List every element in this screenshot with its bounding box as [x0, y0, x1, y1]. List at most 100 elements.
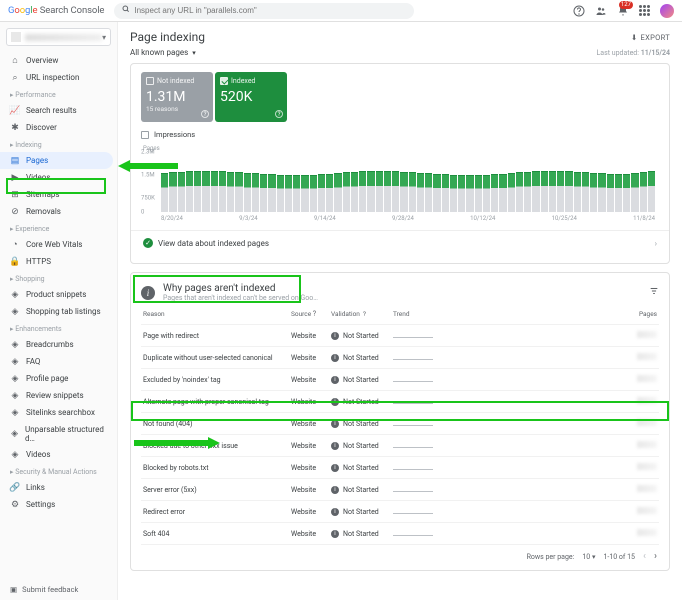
table-row[interactable]: Alternate page with proper canonical tag…: [141, 391, 659, 413]
sidebar-item-shopping-tab[interactable]: ◈Shopping tab listings: [0, 303, 117, 320]
sidebar-item-faq[interactable]: ◈FAQ: [0, 353, 117, 370]
table-row[interactable]: Soft 404 Website iNot Started: [141, 523, 659, 545]
video-icon: ◈: [10, 450, 20, 460]
sidebar-group-enhancements[interactable]: ▸ Enhancements: [0, 320, 117, 336]
notification-badge: 127: [619, 1, 633, 9]
sidebar-item-unparsable[interactable]: ◈Unparsable structured d…: [0, 421, 117, 446]
removals-icon: ⊘: [10, 207, 20, 217]
filter-icon[interactable]: [649, 286, 659, 299]
indexed-tile[interactable]: Indexed 520K ?: [215, 72, 287, 122]
table-row[interactable]: Server error (5xx) Website iNot Started: [141, 479, 659, 501]
table-footer: Rows per page: 10 ▾ 1-10 of 15 ‹ ›: [141, 545, 659, 564]
help-icon[interactable]: [572, 4, 586, 18]
table-row[interactable]: Redirect error Website iNot Started: [141, 501, 659, 523]
sidebar-item-links[interactable]: 🔗Links: [0, 479, 117, 496]
prev-page-button[interactable]: ‹: [643, 551, 646, 562]
table-row[interactable]: Not found (404) Website iNot Started: [141, 413, 659, 435]
apps-icon[interactable]: [638, 4, 652, 18]
reasons-title: Why pages aren't indexed: [163, 283, 318, 294]
search-input[interactable]: [134, 6, 406, 15]
property-selector[interactable]: ▾: [6, 28, 111, 46]
impressions-label: Impressions: [154, 130, 195, 139]
speed-icon: ◔: [10, 240, 20, 250]
not-indexed-tile[interactable]: Not indexed 1.31M 15 reasons ?: [141, 72, 213, 122]
submit-feedback[interactable]: ▣Submit feedback: [0, 579, 88, 600]
info-icon: i: [141, 286, 155, 300]
table-row[interactable]: Blocked by robots.txt Website iNot Start…: [141, 457, 659, 479]
sidebar-item-https[interactable]: 🔒HTTPS: [0, 253, 117, 270]
sidebar-item-videos-enh[interactable]: ◈Videos: [0, 446, 117, 463]
chevron-down-icon: ▾: [192, 49, 196, 57]
sidebar-item-sitemaps[interactable]: ⊞Sitemaps: [0, 186, 117, 203]
info-icon[interactable]: ?: [275, 110, 283, 118]
view-indexed-data-link[interactable]: ✓View data about indexed pages ›: [131, 230, 669, 255]
faq-icon: ◈: [10, 357, 20, 367]
sidebar-item-removals[interactable]: ⊘Removals: [0, 203, 117, 220]
sidebar-group-shopping[interactable]: ▸ Shopping: [0, 270, 117, 286]
search-icon: [122, 5, 130, 16]
download-icon: ⬇: [631, 33, 638, 42]
reasons-card: i Why pages aren't indexed Pages that ar…: [130, 272, 670, 571]
chart: 2.3M 1.5M 750K 0 8/20/24 9/3/24 9/14/24 …: [161, 152, 655, 222]
impressions-checkbox[interactable]: [141, 131, 149, 139]
rows-per-page[interactable]: 10 ▾: [582, 553, 595, 561]
discover-icon: ✱: [10, 123, 20, 133]
people-icon[interactable]: [594, 4, 608, 18]
inspect-icon: ⌕: [10, 73, 20, 83]
sidebar-item-discover[interactable]: ✱Discover: [0, 119, 117, 136]
link-icon: 🔗: [10, 483, 20, 493]
home-icon: ⌂: [10, 56, 20, 66]
sitemap-icon: ⊞: [10, 190, 20, 200]
sidebar-item-pages[interactable]: ▤Pages: [0, 152, 113, 169]
gear-icon: ⚙: [10, 500, 20, 510]
video-icon: ▶: [10, 173, 20, 183]
table-row[interactable]: Page with redirect Website iNot Started: [141, 325, 659, 347]
sidebar-item-search-results[interactable]: 📈Search results: [0, 102, 117, 119]
sidebar-item-settings[interactable]: ⚙Settings: [0, 496, 117, 513]
feedback-icon: ▣: [10, 585, 17, 594]
help-icon[interactable]: ?: [363, 310, 366, 318]
url-inspect-search[interactable]: [114, 3, 414, 19]
last-updated: Last updated: 11/15/24: [597, 49, 670, 57]
structured-icon: ◈: [10, 429, 19, 439]
pages-icon: ▤: [10, 156, 20, 166]
sidebar-group-experience[interactable]: ▸ Experience: [0, 220, 117, 236]
sidebar-group-security[interactable]: ▸ Security & Manual Actions: [0, 463, 117, 479]
breadcrumb-icon: ◈: [10, 340, 20, 350]
tag-icon: ◈: [10, 290, 20, 300]
next-page-button[interactable]: ›: [654, 551, 657, 562]
help-icon[interactable]: ?: [313, 310, 316, 318]
sidebar-item-review-snippets[interactable]: ◈Review snippets: [0, 387, 117, 404]
chevron-down-icon: ▾: [102, 33, 106, 42]
summary-card: Not indexed 1.31M 15 reasons ? Indexed 5…: [130, 63, 670, 264]
sidebar-group-indexing[interactable]: ▸ Indexing: [0, 136, 117, 152]
page-title: Page indexing: [130, 30, 205, 44]
review-icon: ◈: [10, 391, 20, 401]
check-icon: ✓: [143, 238, 153, 248]
profile-icon: ◈: [10, 374, 20, 384]
sidebar-item-videos[interactable]: ▶Videos: [0, 169, 117, 186]
export-button[interactable]: ⬇EXPORT: [631, 33, 670, 42]
table-row[interactable]: Blocked due to other 4xx issue Website i…: [141, 435, 659, 457]
sidebar-group-performance[interactable]: ▸ Performance: [0, 86, 117, 102]
sidebar-item-sitelinks[interactable]: ◈Sitelinks searchbox: [0, 404, 117, 421]
avatar[interactable]: [660, 4, 674, 18]
checkbox-icon[interactable]: [146, 77, 154, 85]
sidebar-item-profile-page[interactable]: ◈Profile page: [0, 370, 117, 387]
sidebar-item-url-inspection[interactable]: ⌕URL inspection: [0, 69, 117, 86]
lock-icon: 🔒: [10, 257, 20, 267]
sidebar-item-cwv[interactable]: ◔Core Web Vitals: [0, 236, 117, 253]
filter-all-known[interactable]: All known pages▾: [130, 48, 196, 57]
reasons-header-row: Reason Source ? Validation ? Trend Pages: [141, 304, 659, 325]
sitelinks-icon: ◈: [10, 408, 20, 418]
table-row[interactable]: Excluded by 'noindex' tag Website iNot S…: [141, 369, 659, 391]
checkbox-icon[interactable]: [220, 77, 228, 85]
google-logo: Google Search Console: [8, 5, 104, 16]
property-icon: [11, 32, 21, 42]
table-row[interactable]: Duplicate without user-selected canonica…: [141, 347, 659, 369]
info-icon[interactable]: ?: [201, 110, 209, 118]
sidebar-item-overview[interactable]: ⌂Overview: [0, 52, 117, 69]
sidebar-item-breadcrumbs[interactable]: ◈Breadcrumbs: [0, 336, 117, 353]
notifications-icon[interactable]: 127: [616, 4, 630, 18]
sidebar-item-product-snippets[interactable]: ◈Product snippets: [0, 286, 117, 303]
